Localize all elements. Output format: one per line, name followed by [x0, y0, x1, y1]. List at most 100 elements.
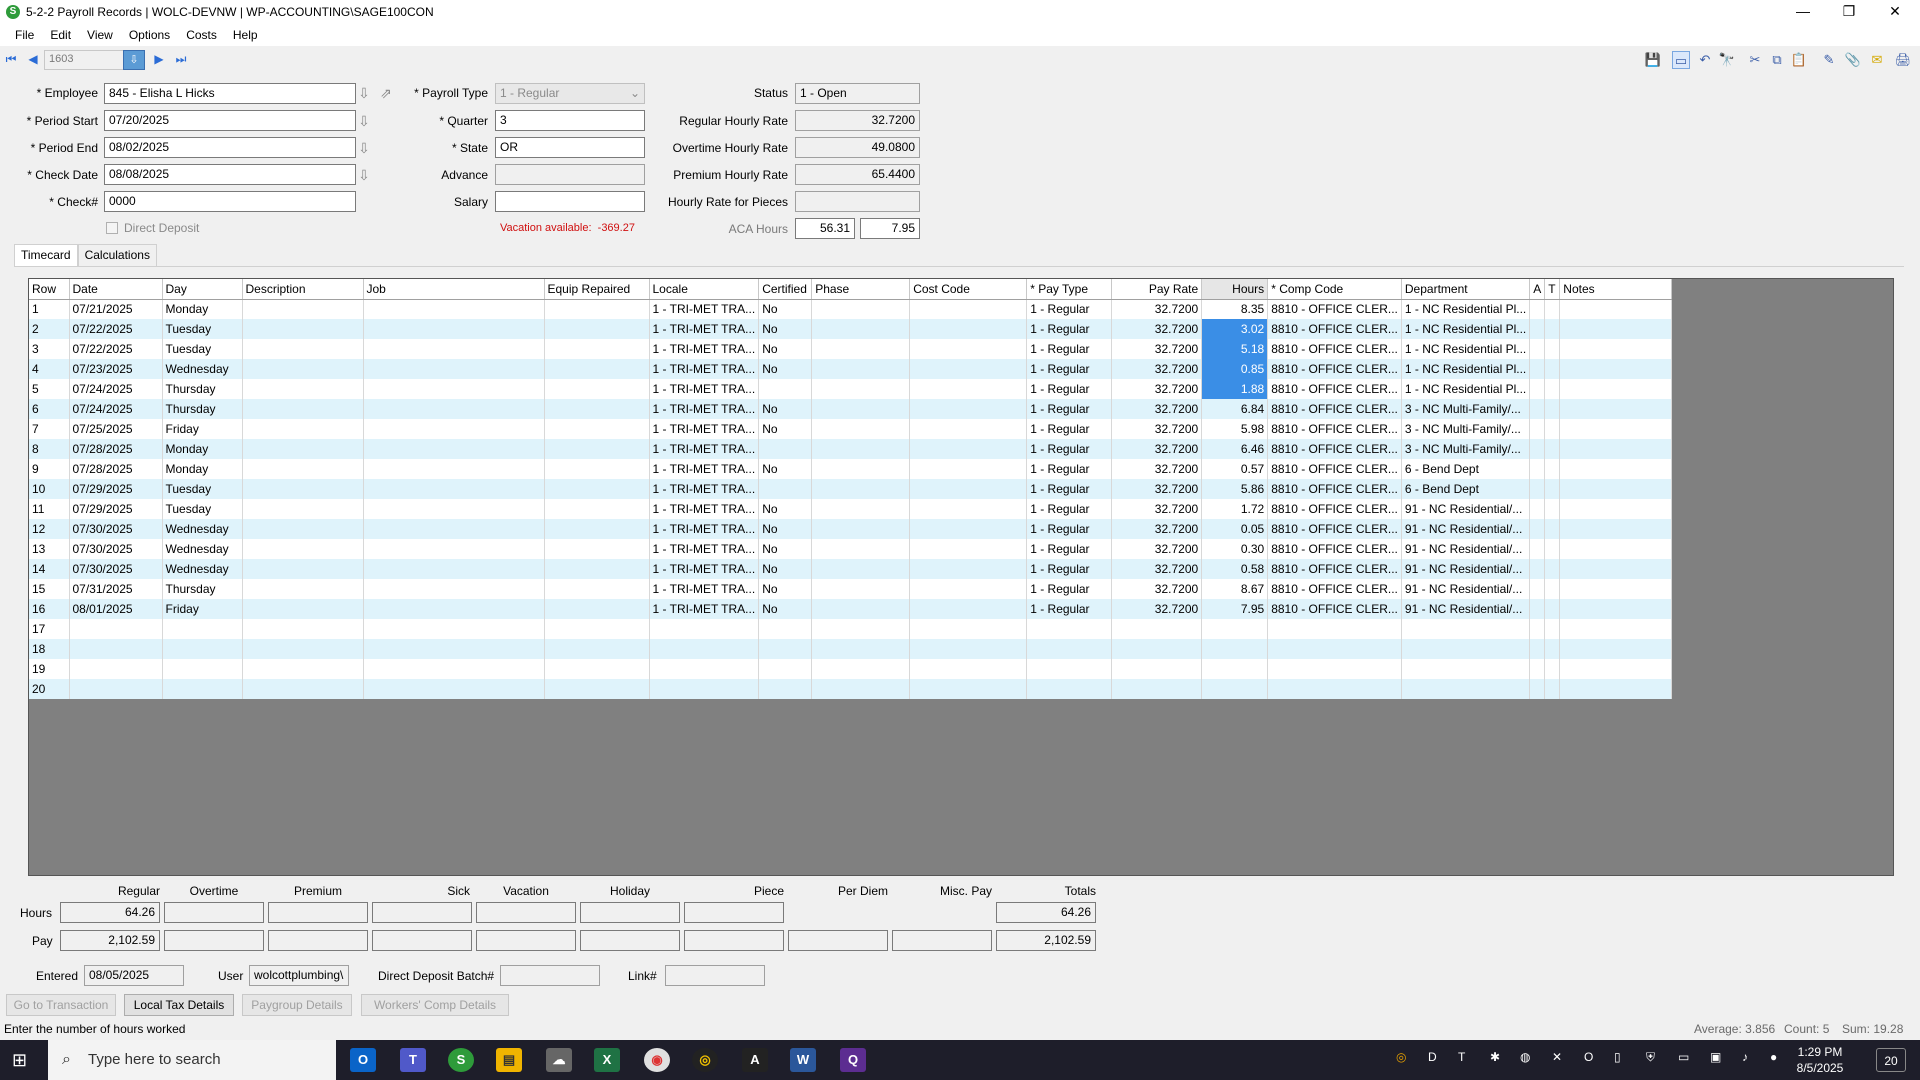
grid-cell[interactable] [1529, 679, 1546, 699]
grid-cell[interactable]: 32.7200 [1111, 339, 1203, 359]
grid-cell[interactable]: 8.67 [1201, 579, 1269, 599]
edit-icon[interactable]: ✎ [1820, 51, 1838, 69]
grid-cell[interactable] [909, 579, 1028, 599]
grid-cell[interactable]: 0.30 [1201, 539, 1269, 559]
windows-start-icon[interactable]: ⊞ [12, 1050, 32, 1070]
grid-cell[interactable] [1529, 559, 1546, 579]
grid-cell[interactable]: 91 - NC Residential/... [1401, 599, 1531, 619]
taskbar-clock[interactable]: 1:29 PM 8/5/2025 [1790, 1044, 1850, 1076]
grid-cell[interactable]: 12 [29, 519, 70, 539]
grid-cell[interactable]: 32.7200 [1111, 319, 1203, 339]
grid-cell[interactable]: No [758, 399, 813, 419]
grid-cell[interactable]: 91 - NC Residential/... [1401, 539, 1531, 559]
grid-cell[interactable] [242, 319, 364, 339]
grid-cell[interactable] [363, 639, 545, 659]
col-pay-type[interactable]: * Pay Type [1026, 279, 1113, 300]
save-icon[interactable]: 💾 [1644, 51, 1662, 69]
grid-cell[interactable]: 8810 - OFFICE CLER... [1267, 319, 1402, 339]
grid-cell[interactable] [1559, 439, 1673, 459]
grid-cell[interactable] [544, 619, 650, 639]
grid-cell[interactable]: Thursday [162, 579, 243, 599]
grid-cell[interactable] [544, 459, 650, 479]
grid-cell[interactable]: 8810 - OFFICE CLER... [1267, 379, 1402, 399]
period-end-lookup-icon[interactable]: ⇩ [356, 139, 372, 157]
grid-cell[interactable] [758, 679, 813, 699]
table-row[interactable]: 11 07/29/2025 Tuesday 1 - TRI-MET TRA... No 1… [29, 499, 1673, 519]
grid-cell[interactable]: Tuesday [162, 479, 243, 499]
table-row[interactable]: 3 07/22/2025 Tuesday 1 - TRI-MET TRA... No 1 … [29, 339, 1673, 359]
grid-cell[interactable]: 17 [29, 619, 70, 639]
grid-cell[interactable]: 07/30/2025 [69, 519, 163, 539]
grid-cell[interactable] [1111, 639, 1203, 659]
grid-cell[interactable]: 20 [29, 679, 70, 699]
grid-cell[interactable] [1529, 519, 1546, 539]
grid-cell[interactable]: Tuesday [162, 319, 243, 339]
note-icon[interactable]: ✉ [1868, 51, 1886, 69]
grid-cell[interactable] [909, 539, 1028, 559]
grid-cell[interactable] [1529, 579, 1546, 599]
grid-cell[interactable] [1544, 439, 1561, 459]
grid-cell[interactable] [242, 379, 364, 399]
grid-cell[interactable]: 1 - TRI-MET TRA... [649, 579, 760, 599]
grid-cell[interactable]: 1 - TRI-MET TRA... [649, 439, 760, 459]
grid-cell[interactable]: 1 - NC Residential Pl... [1401, 339, 1531, 359]
grid-cell[interactable]: 07/24/2025 [69, 399, 163, 419]
grid-cell[interactable]: Tuesday [162, 339, 243, 359]
grid-cell[interactable] [1529, 339, 1546, 359]
grid-cell[interactable]: Wednesday [162, 559, 243, 579]
minimize-button[interactable]: — [1780, 0, 1826, 24]
undo-icon[interactable]: ↶ [1696, 51, 1714, 69]
tray-icon-5[interactable]: ✕ [1552, 1050, 1562, 1064]
grid-cell[interactable]: No [758, 419, 813, 439]
grid-cell[interactable]: 1 - Regular [1026, 599, 1113, 619]
salary-field[interactable] [495, 191, 645, 212]
grid-cell[interactable]: 1 - Regular [1026, 459, 1113, 479]
grid-cell[interactable]: No [758, 599, 813, 619]
grid-cell[interactable]: 5.86 [1201, 479, 1269, 499]
grid-cell[interactable] [758, 639, 813, 659]
grid-cell[interactable] [1559, 659, 1673, 679]
grid-cell[interactable]: 1.88 [1201, 379, 1269, 399]
grid-cell[interactable] [363, 599, 545, 619]
grid-cell[interactable]: 8.35 [1201, 299, 1269, 319]
grid-cell[interactable]: 9 [29, 459, 70, 479]
grid-cell[interactable]: 1 - Regular [1026, 539, 1113, 559]
grid-cell[interactable] [544, 439, 650, 459]
grid-cell[interactable]: 0.57 [1201, 459, 1269, 479]
grid-cell[interactable] [363, 399, 545, 419]
grid-cell[interactable] [811, 519, 911, 539]
grid-cell[interactable] [363, 479, 545, 499]
grid-cell[interactable] [1559, 559, 1673, 579]
grid-cell[interactable]: 1 - TRI-MET TRA... [649, 599, 760, 619]
grid-cell[interactable]: 1 - Regular [1026, 499, 1113, 519]
grid-cell[interactable] [1201, 619, 1269, 639]
tab-timecard[interactable]: Timecard [14, 244, 78, 266]
grid-cell[interactable]: 13 [29, 539, 70, 559]
grid-cell[interactable] [1529, 319, 1546, 339]
grid-cell[interactable] [811, 459, 911, 479]
grid-cell[interactable]: 07/30/2025 [69, 559, 163, 579]
attachment-icon[interactable]: 📎 [1844, 51, 1862, 69]
period-start-lookup-icon[interactable]: ⇩ [356, 112, 372, 130]
grid-cell[interactable]: 3 [29, 339, 70, 359]
grid-cell[interactable] [811, 539, 911, 559]
grid-cell[interactable] [363, 579, 545, 599]
grid-cell[interactable] [1559, 539, 1673, 559]
grid-cell[interactable] [909, 359, 1028, 379]
grid-cell[interactable]: 8810 - OFFICE CLER... [1267, 419, 1402, 439]
grid-cell[interactable] [1544, 499, 1561, 519]
grid-cell[interactable] [242, 299, 364, 319]
grid-cell[interactable]: 6 - Bend Dept [1401, 459, 1531, 479]
grid-cell[interactable] [811, 559, 911, 579]
grid-cell[interactable]: 07/30/2025 [69, 539, 163, 559]
grid-cell[interactable]: 07/21/2025 [69, 299, 163, 319]
grid-cell[interactable] [363, 519, 545, 539]
tray-icon-3[interactable]: ✱ [1490, 1050, 1500, 1064]
grid-cell[interactable] [649, 639, 760, 659]
grid-cell[interactable]: 0.58 [1201, 559, 1269, 579]
first-record-icon[interactable]: ⏮ [4, 52, 18, 66]
grid-cell[interactable]: 32.7200 [1111, 439, 1203, 459]
grid-cell[interactable] [69, 659, 163, 679]
maximize-button[interactable]: ❐ [1826, 0, 1872, 24]
grid-cell[interactable] [1544, 599, 1561, 619]
